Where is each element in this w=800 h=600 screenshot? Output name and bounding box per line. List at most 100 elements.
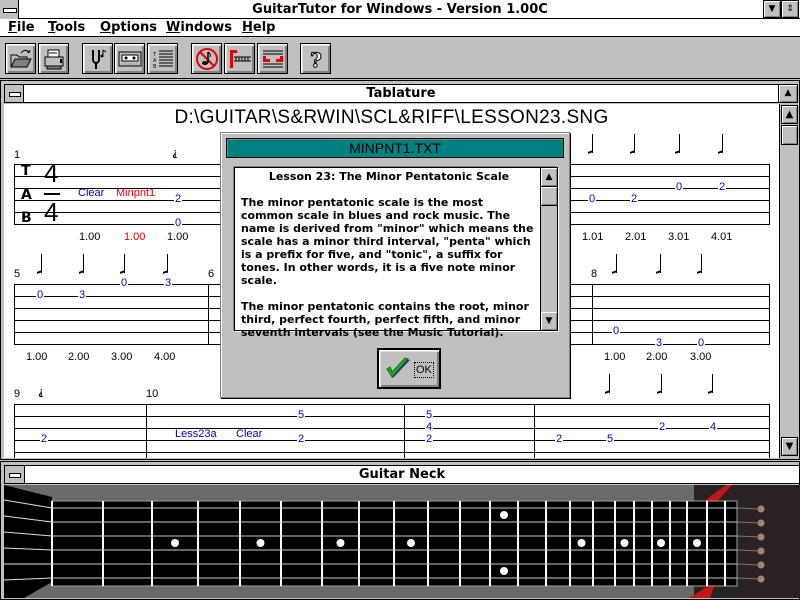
fret-number[interactable]: 2 (630, 194, 639, 205)
fret-number[interactable]: 2 (658, 422, 667, 433)
guitar-neck-title: Guitar Neck (358, 467, 446, 482)
printer-icon (44, 49, 63, 69)
fret-number[interactable]: 3 (164, 278, 173, 289)
app-title: GuitarTutor for Windows - Version 1.00C (252, 2, 548, 17)
fret-inlay-dot (336, 539, 345, 547)
guitar-neck-view[interactable] (4, 485, 800, 598)
fret-number[interactable]: 2 (174, 194, 183, 205)
fret-number[interactable]: 0 (697, 338, 706, 349)
fret-inlay-dot (620, 539, 629, 547)
bar-line (769, 404, 770, 458)
fret-number[interactable]: 5 (425, 410, 434, 421)
menu-help[interactable]: Help (242, 19, 275, 37)
fret-number[interactable]: 5 (606, 434, 615, 445)
tab-letter-b: B (21, 210, 32, 226)
bar-line (404, 404, 405, 458)
tape-player-button[interactable] (114, 43, 145, 74)
time-signature-bar (44, 193, 60, 195)
ok-label: OK (414, 362, 434, 378)
scroll-down-button[interactable]: ▼ (781, 437, 798, 456)
fret-number[interactable]: 3 (78, 290, 87, 301)
fret-number[interactable]: 0 (174, 218, 183, 229)
quarter-note (117, 254, 125, 274)
metronome-off-button[interactable] (191, 43, 222, 74)
title-bar: GuitarTutor for Windows - Version 1.00C … (0, 0, 800, 19)
quarter-note (160, 254, 168, 274)
tablature-vertical-scrollbar[interactable]: ▲ ▼ (779, 104, 798, 458)
scroll-thumb[interactable] (541, 186, 557, 206)
scroll-up-button[interactable]: ▲ (781, 105, 798, 124)
tuner-button[interactable] (82, 43, 113, 74)
fret-number[interactable]: 4 (425, 422, 434, 433)
marker-less23a[interactable]: Less23a (175, 428, 217, 440)
fret-number[interactable]: 2 (555, 434, 564, 445)
menu-tools[interactable]: Tools (48, 19, 85, 37)
menu-bar: File Tools Options Windows Help (0, 19, 800, 37)
fret-number[interactable]: 0 (612, 326, 621, 337)
fret-number[interactable]: 2 (297, 434, 306, 445)
lesson-text-dialog: MINPNT1.TXT Lesson 23: The Minor Pentato… (220, 132, 570, 398)
bar-line (769, 164, 770, 225)
bar-line (592, 284, 593, 345)
menu-options[interactable]: Options (100, 19, 157, 37)
tab-view-button[interactable]: TAB (147, 43, 178, 74)
fret-number[interactable]: 0 (120, 278, 129, 289)
open-file-button[interactable] (5, 43, 36, 74)
guitar-neck-window: Guitar Neck (0, 461, 800, 600)
marker-clear[interactable]: Clear (236, 428, 262, 440)
minimize-button[interactable]: ▼ (763, 0, 781, 18)
fret-inlay-dot (577, 539, 586, 547)
lesson-text-scrollbar[interactable]: ▲ ▼ (540, 168, 557, 330)
tab-staff-icon: TAB (152, 50, 173, 70)
fret-inlay-dot (500, 567, 508, 575)
fret-number[interactable]: 2 (40, 434, 49, 445)
fret-inlay-dot (693, 539, 701, 547)
scroll-up-button[interactable]: ▲ (541, 168, 557, 186)
quarter-note (627, 134, 635, 154)
menu-options-label: ptions (111, 20, 157, 35)
menu-windows[interactable]: Windows (166, 19, 232, 37)
fret-number[interactable]: 0 (675, 182, 684, 193)
beat-label: 1.00 (167, 231, 189, 243)
tablature-maximize-button[interactable]: ▲ (778, 85, 797, 102)
fret-number[interactable]: 4 (709, 422, 718, 433)
menu-help-label: elp (252, 20, 276, 35)
lesson-text-box[interactable]: Lesson 23: The Minor Pentatonic Scale Th… (234, 167, 558, 339)
loop-start-button[interactable] (224, 43, 255, 74)
print-button[interactable] (38, 43, 69, 74)
fret-number[interactable]: 2 (425, 434, 434, 445)
bar-line (769, 284, 770, 345)
toolbar: TAB ? (0, 38, 800, 79)
quarter-note (653, 254, 661, 274)
quarter-note (672, 134, 680, 154)
svg-text:?: ? (310, 48, 322, 71)
ok-button[interactable]: OK (377, 348, 441, 389)
measure-number: 10 (146, 388, 159, 400)
folder-open-icon (9, 49, 32, 67)
scroll-thumb[interactable] (781, 125, 798, 145)
help-button[interactable]: ? (300, 43, 331, 74)
svg-text:B: B (153, 64, 157, 70)
nut-region (4, 485, 52, 598)
song-file-path: D:\GUITAR\S&RWIN\SCL&RIFF\LESSON23.SNG (174, 107, 609, 128)
beat-label: 1.00 (124, 231, 146, 243)
restore-button[interactable]: ⇕ (781, 0, 799, 18)
staff-line (14, 452, 769, 453)
fret-number[interactable]: 5 (297, 410, 306, 421)
fret-number[interactable]: 0 (36, 290, 45, 301)
repeat-symbol: ⸘ (38, 386, 44, 398)
menu-file[interactable]: File (8, 19, 35, 37)
scroll-down-button[interactable]: ▼ (541, 312, 557, 330)
menu-file-label: ile (16, 20, 35, 35)
loop-range-button[interactable] (257, 43, 288, 74)
quarter-note (609, 254, 617, 274)
fret-number[interactable]: 3 (655, 338, 664, 349)
fret-number[interactable]: 0 (588, 194, 597, 205)
measure-number: 9 (14, 388, 21, 400)
fretboard[interactable] (4, 485, 800, 598)
fret-inlay-dot (171, 539, 179, 547)
fret-inlay-dot (256, 539, 265, 547)
staff-line (14, 428, 769, 429)
quarter-note (34, 254, 42, 274)
fret-number[interactable]: 2 (718, 182, 727, 193)
